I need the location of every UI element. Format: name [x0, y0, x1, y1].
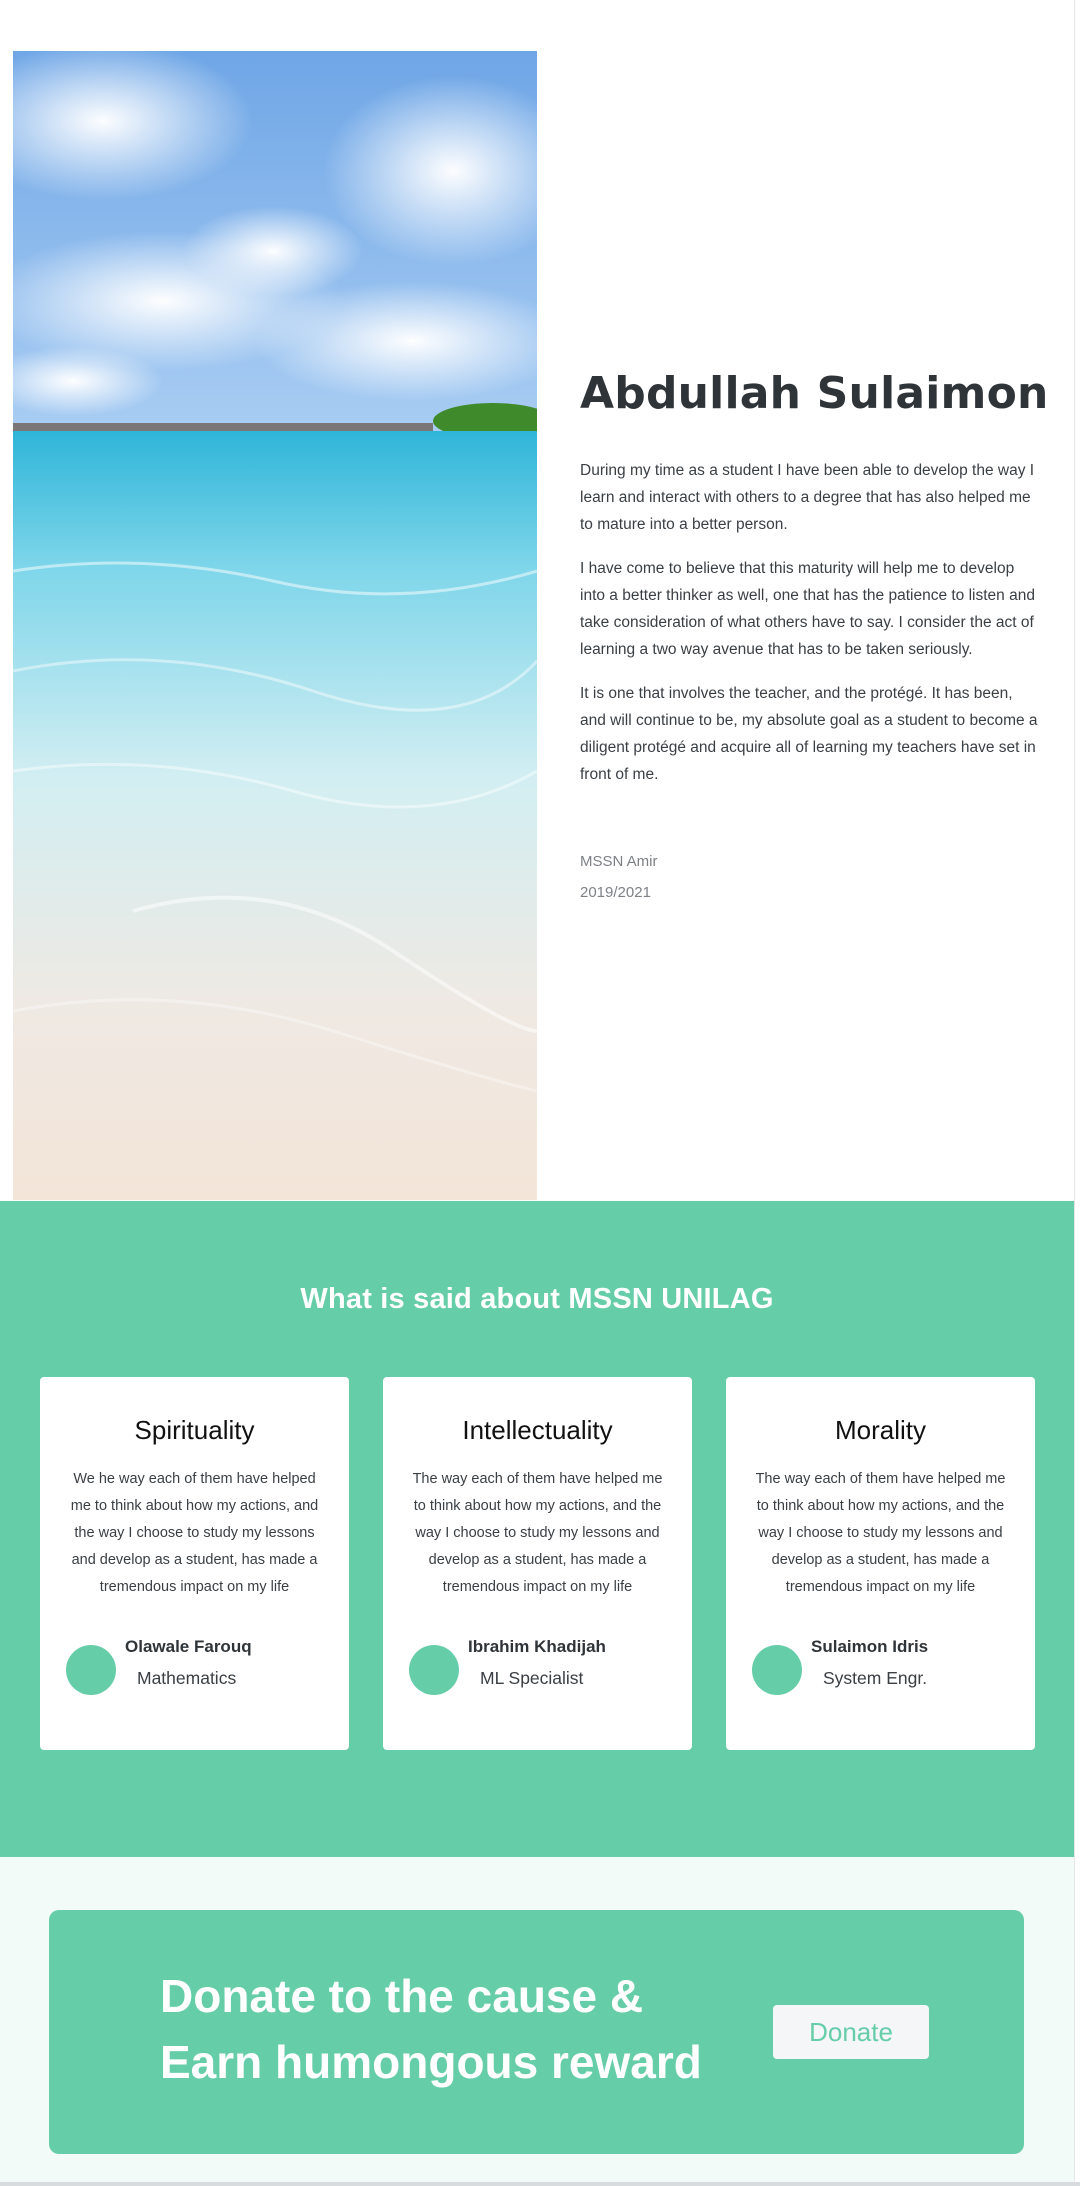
testimonial-card: Intellectuality The way each of them hav…	[383, 1377, 692, 1750]
avatar	[752, 1645, 802, 1695]
avatar	[409, 1645, 459, 1695]
author-role: Mathematics	[137, 1668, 237, 1688]
testimonial-card: Spirituality We he way each of them have…	[40, 1377, 349, 1750]
card-title: Morality	[834, 1415, 926, 1445]
author-info: Sulaimon Idris System Engr.	[811, 1637, 928, 1689]
card-author: Olawale Farouq Mathematics	[66, 1637, 252, 1695]
testimonials-title: What is said about MSSN UNILAG	[300, 1283, 774, 1315]
donate-banner: Donate to the cause & Earn humongous rew…	[49, 1910, 1024, 2154]
author-name: Sulaimon Idris	[811, 1637, 929, 1656]
author-role: System Engr.	[823, 1668, 928, 1688]
author-name: Olawale Farouq	[125, 1637, 252, 1656]
card-quote: The way each of them have helped me to t…	[412, 1471, 663, 1595]
profile-paragraph: I have come to believe that this maturit…	[580, 560, 1035, 658]
donate-line-1: Donate to the cause &	[160, 1970, 644, 2022]
profile-role: MSSN Amir	[580, 853, 658, 870]
donate-section: Donate to the cause & Earn humongous rew…	[0, 1857, 1080, 2182]
profile-section: Abdullah Sulaimon During my time as a st…	[0, 0, 1080, 1200]
donate-line-2: Earn humongous reward	[160, 2036, 702, 2088]
card-title: Spirituality	[134, 1415, 255, 1445]
testimonial-card: Morality The way each of them have helpe…	[726, 1377, 1035, 1750]
profile-paragraph: During my time as a student I have been …	[580, 462, 1035, 533]
card-author: Sulaimon Idris System Engr.	[752, 1637, 928, 1695]
author-role: ML Specialist	[480, 1668, 584, 1688]
donate-button[interactable]: Donate	[773, 2005, 929, 2059]
author-info: Ibrahim Khadijah ML Specialist	[468, 1637, 606, 1689]
profile-meta: MSSN Amir 2019/2021	[580, 846, 1040, 908]
testimonials-section: What is said about MSSN UNILAG Spiritual…	[0, 1201, 1074, 1857]
donate-headline: Donate to the cause & Earn humongous rew…	[160, 1963, 702, 2095]
profile-tenure: 2019/2021	[580, 884, 651, 901]
profile-paragraph: It is one that involves the teacher, and…	[580, 685, 1038, 783]
profile-text: Abdullah Sulaimon During my time as a st…	[580, 368, 1049, 908]
card-author: Ibrahim Khadijah ML Specialist	[409, 1637, 606, 1695]
card-quote: The way each of them have helped me to t…	[755, 1471, 1006, 1595]
author-info: Olawale Farouq Mathematics	[125, 1637, 252, 1689]
profile-name: Abdullah Sulaimon	[580, 368, 1049, 419]
scrollbar-track[interactable]	[1074, 0, 1080, 2186]
avatar	[66, 1645, 116, 1695]
beach-photo	[13, 51, 537, 1200]
testimonial-cards: Spirituality We he way each of them have…	[40, 1377, 1035, 1750]
card-title: Intellectuality	[462, 1415, 613, 1445]
page-bottom-border	[0, 2182, 1080, 2186]
card-quote: We he way each of them have helped me to…	[70, 1471, 319, 1595]
author-name: Ibrahim Khadijah	[468, 1637, 606, 1656]
